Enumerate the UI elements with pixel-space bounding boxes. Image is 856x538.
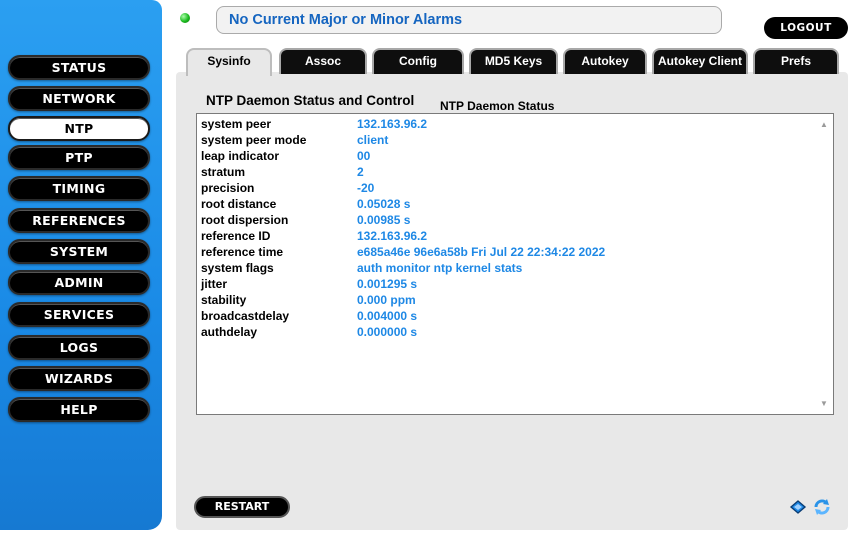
status-key: stability <box>201 293 247 307</box>
status-value: 0.001295 s <box>357 277 418 291</box>
tab-assoc[interactable]: Assoc <box>279 48 367 74</box>
refresh-icon[interactable] <box>812 497 832 517</box>
tab-prefs[interactable]: Prefs <box>753 48 839 74</box>
status-key: system peer mode <box>201 133 307 147</box>
nav-system-button[interactable]: SYSTEM <box>8 239 150 264</box>
status-value: 0.000000 s <box>357 325 418 339</box>
book-icon[interactable] <box>789 498 807 516</box>
status-key: stratum <box>201 165 246 179</box>
page-title: NTP Daemon Status and Control <box>206 93 415 108</box>
nav-admin-button[interactable]: ADMIN <box>8 270 150 295</box>
status-key: jitter <box>201 277 228 291</box>
status-key: root distance <box>201 197 277 211</box>
scroll-down-icon[interactable]: ▼ <box>820 399 828 408</box>
status-key: root dispersion <box>201 213 289 227</box>
status-key: reference ID <box>201 229 271 243</box>
status-key: authdelay <box>201 325 258 339</box>
nav-timing-button[interactable]: TIMING <box>8 176 150 201</box>
tab-autokey[interactable]: Autokey <box>563 48 647 74</box>
restart-button[interactable]: RESTART <box>194 496 290 518</box>
nav-ptp-button[interactable]: PTP <box>8 145 150 170</box>
status-listbox[interactable]: ▲ ▼ system peer 132.163.96.2 system peer … <box>196 113 834 415</box>
tab-autokey-client[interactable]: Autokey Client <box>652 48 748 74</box>
nav-ntp-button[interactable]: NTP <box>8 116 150 141</box>
tab-sysinfo[interactable]: Sysinfo <box>186 48 272 76</box>
status-value: 0.004000 s <box>357 309 418 323</box>
status-key: precision <box>201 181 255 195</box>
alarm-status-led-icon <box>180 13 190 23</box>
status-value: 0.000 ppm <box>357 293 416 307</box>
status-key: broadcastdelay <box>201 309 290 323</box>
nav-status-button[interactable]: STATUS <box>8 55 150 80</box>
nav-help-button[interactable]: HELP <box>8 397 150 422</box>
status-value: client <box>357 133 389 147</box>
status-key: reference time <box>201 245 284 259</box>
status-value: 2 <box>357 165 364 179</box>
status-value: 0.00985 s <box>357 213 411 227</box>
alarm-status-bar: No Current Major or Minor Alarms <box>216 6 722 34</box>
status-value: 132.163.96.2 <box>357 229 428 243</box>
status-key: system peer <box>201 117 272 131</box>
tab-md5-keys[interactable]: MD5 Keys <box>469 48 558 74</box>
status-value: 0.05028 s <box>357 197 411 211</box>
sidebar: STATUS NETWORK NTP PTP TIMING REFERENCES… <box>0 0 162 530</box>
status-value: e685a46e 96e6a58b Fri Jul 22 22:34:22 20… <box>357 245 606 259</box>
status-key: leap indicator <box>201 149 280 163</box>
status-value: 132.163.96.2 <box>357 117 428 131</box>
nav-references-button[interactable]: REFERENCES <box>8 208 150 233</box>
status-value: -20 <box>357 181 375 195</box>
nav-logs-button[interactable]: LOGS <box>8 335 150 360</box>
status-value: auth monitor ntp kernel stats <box>357 261 523 275</box>
tab-config[interactable]: Config <box>372 48 464 74</box>
section-title: NTP Daemon Status <box>440 99 555 113</box>
nav-services-button[interactable]: SERVICES <box>8 302 150 327</box>
scrollbar[interactable]: ▲ ▼ <box>816 114 833 414</box>
logout-button[interactable]: LOGOUT <box>764 17 848 39</box>
nav-wizards-button[interactable]: WIZARDS <box>8 366 150 391</box>
status-key: system flags <box>201 261 274 275</box>
status-value: 00 <box>357 149 371 163</box>
nav-network-button[interactable]: NETWORK <box>8 86 150 111</box>
scroll-up-icon[interactable]: ▲ <box>820 120 828 129</box>
